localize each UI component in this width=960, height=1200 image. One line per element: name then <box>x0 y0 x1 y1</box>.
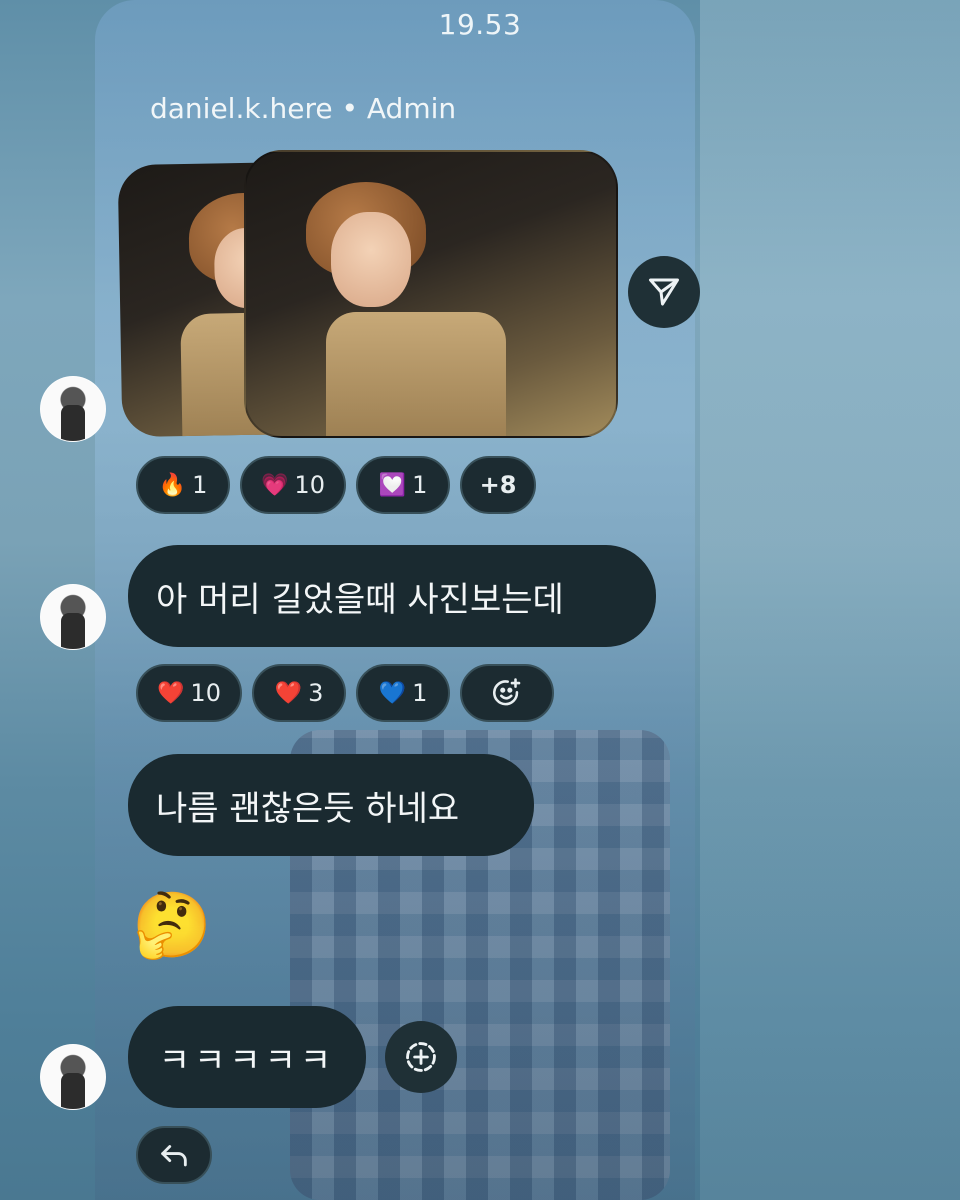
reaction-count: 1 <box>412 471 428 499</box>
reaction-heart-decoration[interactable]: 💟 1 <box>356 456 450 514</box>
add-reaction-button[interactable] <box>460 664 554 722</box>
reaction-count: 1 <box>192 471 208 499</box>
thinking-face-emoji[interactable]: 🤔 <box>132 894 212 958</box>
reaction-more[interactable]: +8 <box>460 456 536 514</box>
heart-decoration-emoji: 💟 <box>378 472 407 498</box>
message-text: 아 머리 길었을때 사진보는데 <box>156 579 564 620</box>
message-text: ㅋㅋㅋㅋㅋ <box>158 1040 336 1081</box>
reaction-red-heart-2[interactable]: ❤️ 3 <box>252 664 346 722</box>
photo-thumbnail-front[interactable] <box>244 150 618 438</box>
reaction-count: 1 <box>412 679 428 707</box>
avatar[interactable] <box>40 584 106 650</box>
status-time: 19.53 <box>438 8 522 41</box>
reaction-count: 10 <box>190 679 221 707</box>
message-bubble[interactable]: 아 머리 길었을때 사진보는데 <box>128 545 656 647</box>
avatar[interactable] <box>40 376 106 442</box>
red-heart-emoji: ❤️ <box>157 680 185 706</box>
avatar[interactable] <box>40 1044 106 1110</box>
reply-arrow-icon <box>161 1145 187 1167</box>
add-reaction-icon <box>492 678 521 706</box>
reaction-red-heart[interactable]: ❤️ 10 <box>136 664 242 722</box>
more-reactions-count: +8 <box>479 471 517 499</box>
blue-heart-emoji: 💙 <box>378 680 407 706</box>
add-reaction-button[interactable] <box>385 1021 457 1093</box>
pink-heart-emoji: 💗 <box>261 472 289 498</box>
sender-name[interactable]: daniel.k.here • Admin <box>150 92 456 125</box>
reaction-blue-heart[interactable]: 💙 1 <box>356 664 450 722</box>
share-button[interactable] <box>628 256 700 328</box>
reply-button[interactable] <box>136 1126 212 1184</box>
reaction-pink-heart[interactable]: 💗 10 <box>240 456 346 514</box>
reaction-count: 10 <box>294 471 325 499</box>
add-circle-icon <box>406 1042 436 1072</box>
message-bubble[interactable]: 나름 괜찮은듯 하네요 <box>128 754 534 856</box>
message-bubble[interactable]: ㅋㅋㅋㅋㅋ <box>128 1006 366 1108</box>
red-heart-emoji: ❤️ <box>274 680 303 706</box>
reaction-count: 3 <box>308 679 324 707</box>
message-text: 나름 괜찮은듯 하네요 <box>156 788 460 829</box>
background-light-panel <box>700 0 960 1200</box>
fire-emoji: 🔥 <box>158 472 187 498</box>
send-icon <box>649 278 679 306</box>
reaction-fire[interactable]: 🔥 1 <box>136 456 230 514</box>
